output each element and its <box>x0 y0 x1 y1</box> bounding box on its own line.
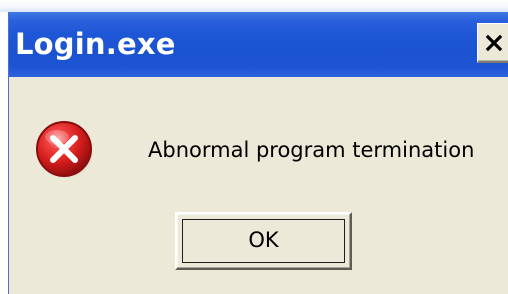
titlebar[interactable]: Login.exe <box>9 12 508 77</box>
error-dialog: Login.exe Abnormal program termination O… <box>8 12 508 294</box>
error-message: Abnormal program termination <box>148 138 475 162</box>
screen: Login.exe Abnormal program termination O… <box>0 0 508 294</box>
top-strip <box>0 0 508 12</box>
window-title: Login.exe <box>15 27 176 61</box>
close-button[interactable] <box>477 23 508 63</box>
error-icon <box>34 119 96 181</box>
ok-button[interactable]: OK <box>175 212 352 270</box>
close-icon <box>485 34 503 52</box>
ok-button-label: OK <box>248 228 279 252</box>
